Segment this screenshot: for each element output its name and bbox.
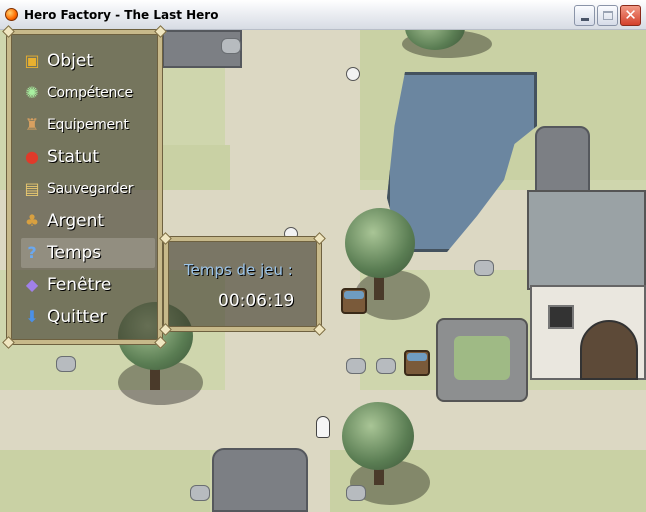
gem-icon: ◆	[25, 275, 39, 294]
menu-item-label: Objet	[47, 51, 94, 71]
menu-item-quitter[interactable]: ⬇ Quitter	[21, 302, 155, 332]
menu-item-label: Fenêtre	[47, 275, 112, 295]
main-menu-window: ▣ Objet ✺ Compétence ♜ Equipement ● Stat…	[2, 25, 167, 349]
menu-item-fenetre[interactable]: ◆ Fenêtre	[21, 270, 155, 300]
menu-item-sauvegarder[interactable]: ▤ Sauvegarder	[21, 174, 155, 204]
chest-icon: ▣	[24, 51, 40, 70]
grass-patch	[160, 145, 230, 190]
minimize-icon	[580, 18, 589, 21]
rock	[376, 358, 396, 374]
menu-item-statut[interactable]: ● Statut	[21, 142, 155, 172]
menu-item-label: Compétence	[47, 85, 133, 101]
menu-item-label: Sauvegarder	[47, 181, 134, 197]
app-icon	[5, 8, 18, 21]
rock	[190, 485, 210, 501]
money-bag-icon: ♣	[24, 211, 40, 230]
rock	[221, 38, 241, 54]
well-grass	[454, 336, 510, 380]
close-button[interactable]: ✕	[620, 5, 641, 26]
menu-item-label: Statut	[47, 147, 99, 167]
sparkle-icon: ✺	[25, 83, 39, 102]
house-window	[548, 305, 574, 329]
rock	[474, 260, 494, 276]
armor-icon: ♜	[24, 115, 40, 134]
water-barrel[interactable]	[341, 288, 367, 314]
rock	[56, 356, 76, 372]
water-barrel[interactable]	[404, 350, 430, 376]
apple-icon: ●	[25, 147, 39, 166]
menu-item-label: Argent	[47, 211, 105, 231]
playtime-window: Temps de jeu : 00:06:19	[159, 232, 326, 336]
menu-item-temps[interactable]: ? Temps	[21, 238, 155, 268]
skull	[346, 67, 360, 81]
rock	[346, 358, 366, 374]
menu-item-competence[interactable]: ✺ Compétence	[21, 78, 155, 108]
stone-ruin	[212, 448, 308, 512]
menu-item-label: Quitter	[47, 307, 107, 327]
close-icon: ✕	[624, 6, 637, 24]
playtime-label: Temps de jeu :	[184, 261, 293, 279]
maximize-button[interactable]	[597, 5, 618, 26]
minimize-button[interactable]	[574, 5, 595, 26]
house-door[interactable]	[580, 320, 638, 380]
grass-patch	[0, 450, 210, 512]
window-title: Hero Factory - The Last Hero	[24, 8, 219, 22]
window-titlebar[interactable]: Hero Factory - The Last Hero ✕	[0, 0, 646, 30]
arrow-down-icon: ⬇	[25, 307, 39, 326]
menu-item-argent[interactable]: ♣ Argent	[21, 206, 155, 236]
playtime-value: 00:06:19	[218, 291, 295, 311]
question-icon: ?	[27, 243, 37, 262]
menu-item-objet[interactable]: ▣ Objet	[21, 46, 155, 76]
maximize-icon	[602, 11, 613, 20]
menu-item-equipement[interactable]: ♜ Equipement	[21, 110, 155, 140]
player-character[interactable]	[316, 416, 330, 438]
menu-item-label: Temps	[47, 243, 102, 263]
tree	[342, 402, 414, 470]
tree	[345, 208, 415, 278]
menu-item-label: Equipement	[47, 117, 129, 133]
scroll-icon: ▤	[24, 179, 40, 198]
house-roof	[527, 190, 646, 290]
rock	[346, 485, 366, 501]
